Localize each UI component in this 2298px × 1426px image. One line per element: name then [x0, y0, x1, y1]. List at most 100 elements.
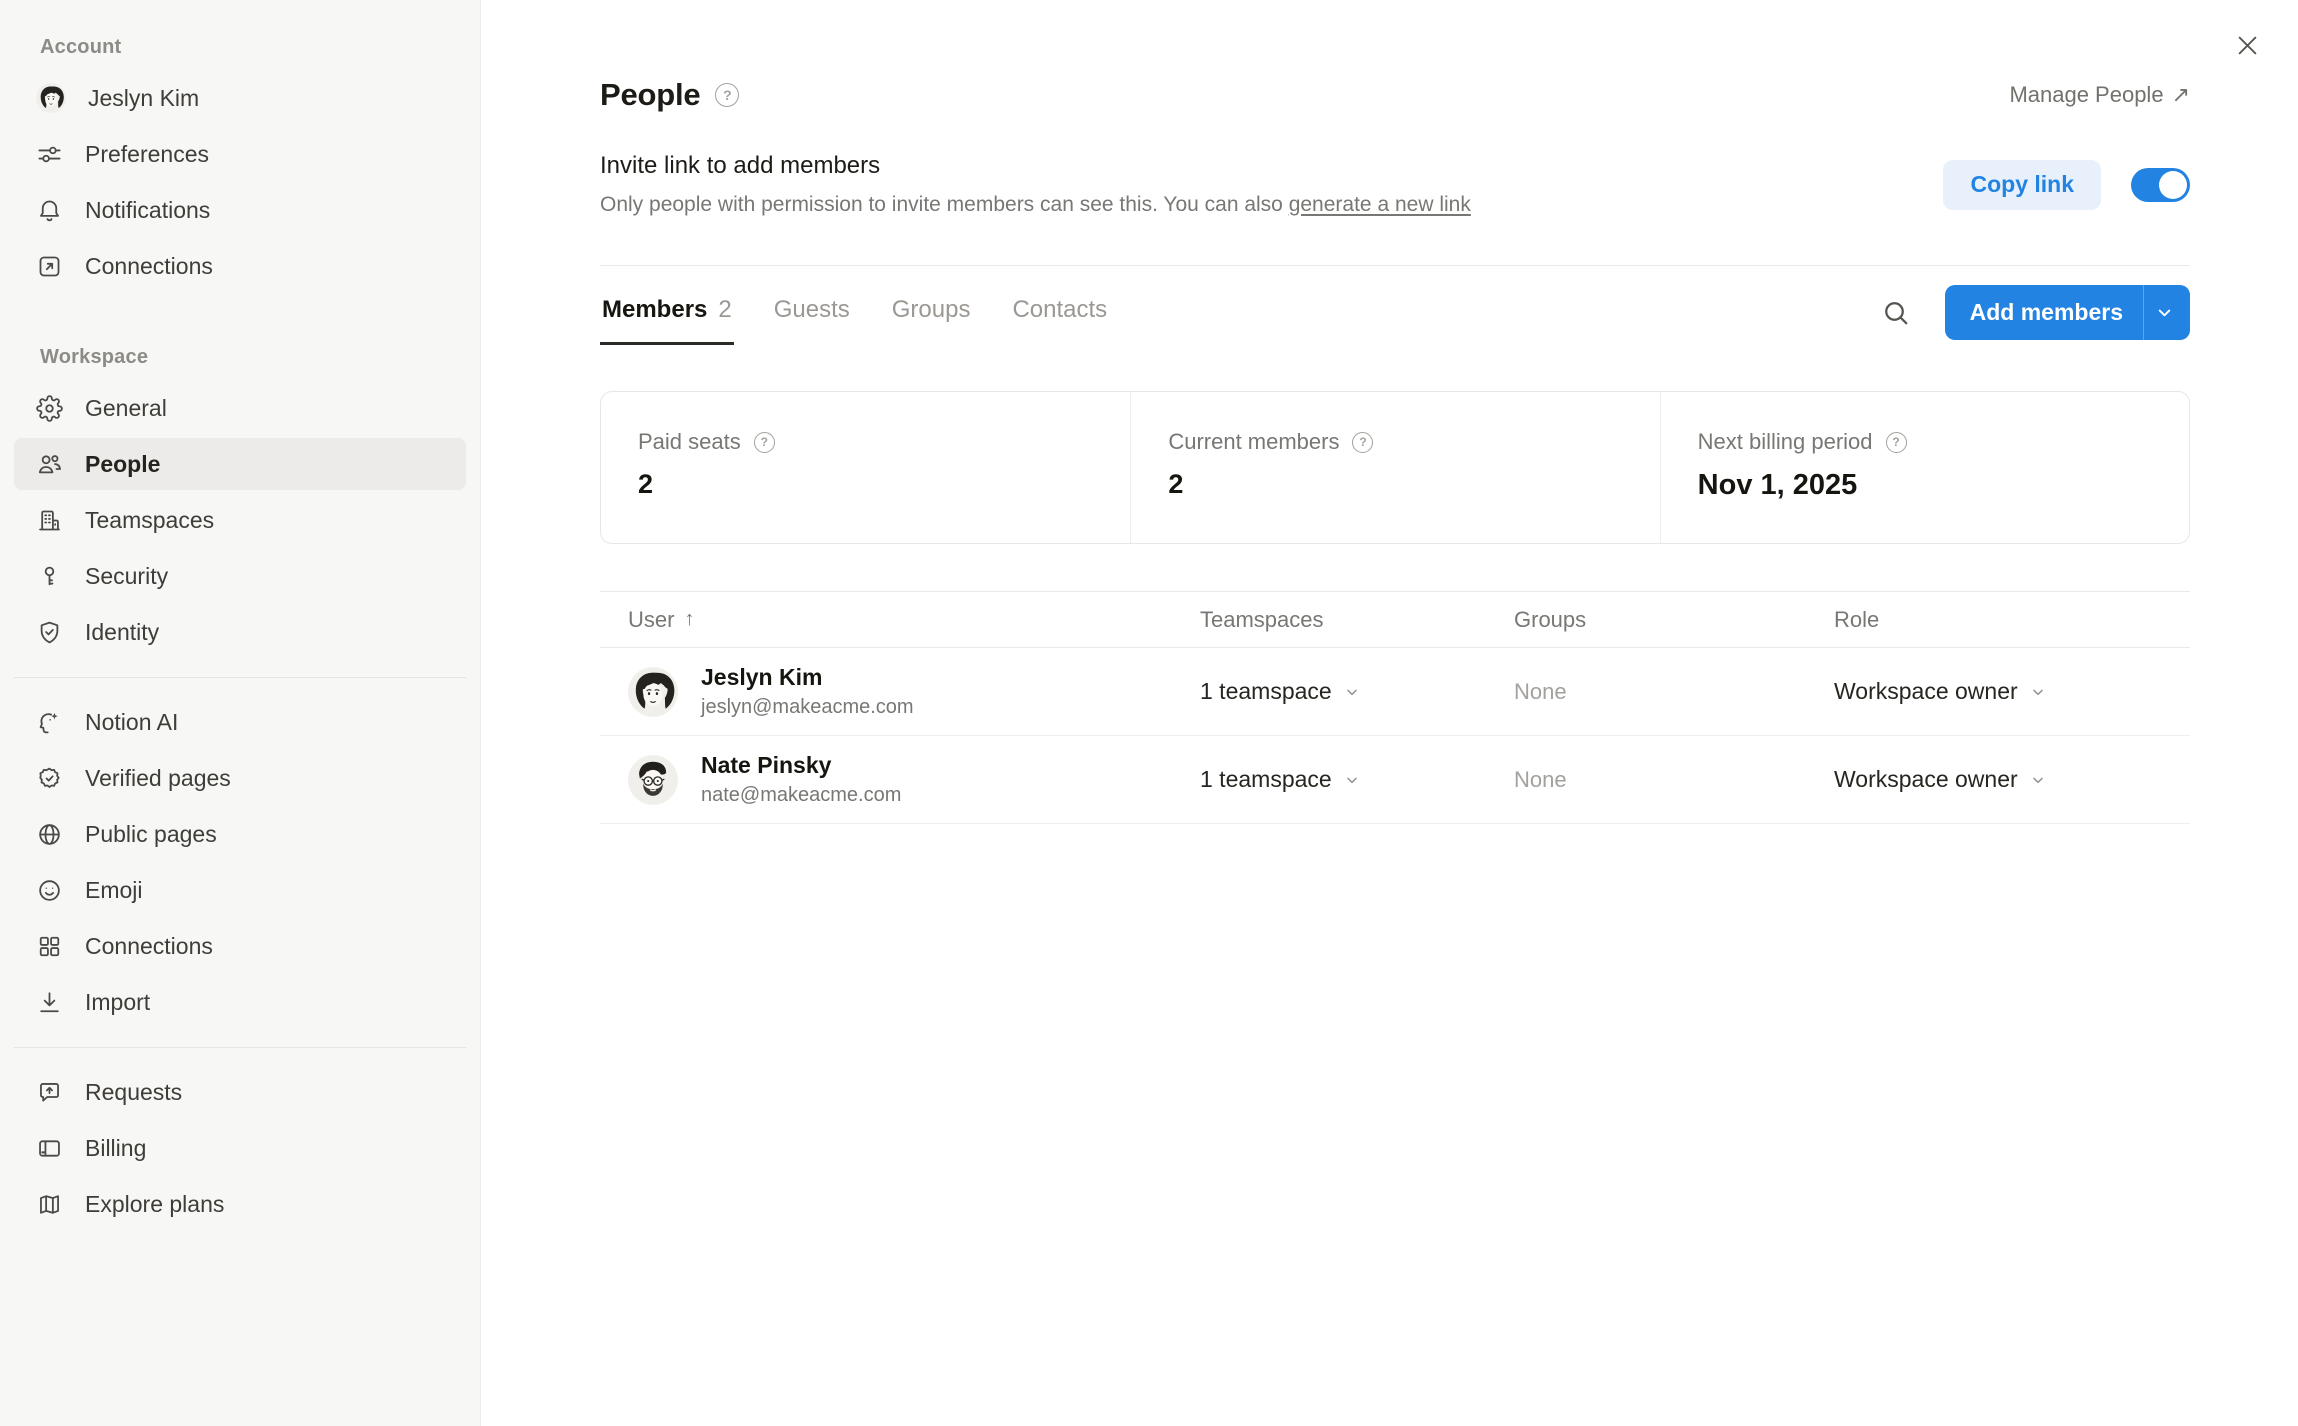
sidebar-item-label: Notion AI	[85, 709, 178, 736]
add-members-label: Add members	[1970, 299, 2123, 326]
generate-new-link[interactable]: generate a new link	[1289, 193, 1471, 216]
people-icon	[36, 451, 63, 478]
search-icon	[1881, 298, 1911, 328]
tab-groups[interactable]: Groups	[890, 280, 973, 345]
copy-link-button[interactable]: Copy link	[1943, 160, 2101, 210]
sidebar-item-preferences[interactable]: Preferences	[14, 128, 466, 180]
sidebar-section-workspace: Workspace	[40, 340, 480, 374]
sidebar-item-verified-pages[interactable]: Verified pages	[14, 752, 466, 804]
add-members-button[interactable]: Add members	[1945, 285, 2190, 340]
sidebar-item-requests[interactable]: Requests	[14, 1066, 466, 1118]
sidebar-item-billing[interactable]: Billing	[14, 1122, 466, 1174]
divider	[600, 265, 2190, 266]
sidebar-divider	[14, 1047, 466, 1048]
sidebar-item-label: Connections	[85, 253, 213, 280]
sidebar-item-label: Notifications	[85, 197, 210, 224]
role-select[interactable]: Workspace owner	[1834, 678, 2190, 705]
arrow-up-right-box-icon	[36, 253, 63, 280]
sidebar-item-label: Emoji	[85, 877, 143, 904]
member-name: Jeslyn Kim	[701, 664, 914, 692]
member-email: nate@makeacme.com	[701, 784, 901, 807]
gear-icon	[36, 395, 63, 422]
stat-current-members: Current members ? 2	[1130, 392, 1659, 543]
key-icon	[36, 563, 63, 590]
avatar	[628, 755, 678, 805]
sidebar-item-emoji[interactable]: Emoji	[14, 864, 466, 916]
sidebar-item-label: General	[85, 395, 167, 422]
sidebar-item-explore-plans[interactable]: Explore plans	[14, 1178, 466, 1230]
sidebar-item-teamspaces[interactable]: Teamspaces	[14, 494, 466, 546]
people-tabs: Members2 Guests Groups Contacts	[600, 280, 1109, 345]
column-role: Role	[1834, 607, 2190, 633]
table-header: User ↑ Teamspaces Groups Role	[600, 591, 2190, 648]
invite-link-heading: Invite link to add members	[600, 152, 1471, 180]
sidebar-item-label: Connections	[85, 933, 213, 960]
map-icon	[36, 1191, 63, 1218]
chevron-down-icon	[2030, 684, 2046, 700]
sidebar-item-connections-account[interactable]: Connections	[14, 240, 466, 292]
billing-stats-card: Paid seats ? 2 Current members ? 2 Next …	[600, 391, 2190, 544]
member-name: Nate Pinsky	[701, 752, 901, 780]
column-teamspaces: Teamspaces	[1200, 607, 1514, 633]
sidebar-item-label: Public pages	[85, 821, 217, 848]
sidebar-item-label: Teamspaces	[85, 507, 214, 534]
tab-members[interactable]: Members2	[600, 280, 734, 345]
groups-value: None	[1514, 767, 1834, 793]
toggle-knob	[2159, 171, 2187, 199]
sort-ascending-icon: ↑	[684, 608, 694, 631]
table-row[interactable]: Nate Pinsky nate@makeacme.com 1 teamspac…	[600, 736, 2190, 824]
help-icon[interactable]: ?	[1886, 432, 1907, 453]
sidebar-divider	[14, 677, 466, 678]
credit-card-icon	[36, 1135, 63, 1162]
sidebar-item-connections-workspace[interactable]: Connections	[14, 920, 466, 972]
sidebar-item-identity[interactable]: Identity	[14, 606, 466, 658]
help-icon[interactable]: ?	[1352, 432, 1373, 453]
stat-next-billing-period: Next billing period ? Nov 1, 2025	[1660, 392, 2189, 543]
teamspaces-select[interactable]: 1 teamspace	[1200, 678, 1514, 705]
sidebar-item-account-profile[interactable]: Jeslyn Kim	[14, 72, 466, 124]
help-icon[interactable]: ?	[754, 432, 775, 453]
sidebar-item-label: Billing	[85, 1135, 146, 1162]
people-settings-panel: People ? Manage People ↗ Invite link to …	[481, 0, 2298, 1426]
sidebar-item-label: Requests	[85, 1079, 182, 1106]
members-count-badge: 2	[718, 296, 731, 323]
member-email: jeslyn@makeacme.com	[701, 696, 914, 719]
sidebar-item-label: Preferences	[85, 141, 209, 168]
sidebar-section-account: Account	[40, 30, 480, 64]
chevron-down-icon	[2030, 772, 2046, 788]
grid-icon	[36, 933, 63, 960]
sidebar-item-people[interactable]: People	[14, 438, 466, 490]
sidebar-item-label: Identity	[85, 619, 159, 646]
close-button[interactable]	[2228, 26, 2266, 64]
manage-people-link[interactable]: Manage People ↗	[2009, 82, 2190, 108]
search-button[interactable]	[1877, 294, 1915, 332]
arrow-up-right-icon: ↗	[2172, 82, 2190, 108]
sidebar-item-label: Explore plans	[85, 1191, 224, 1218]
chevron-down-icon	[1344, 684, 1360, 700]
shield-check-icon	[36, 619, 63, 646]
role-select[interactable]: Workspace owner	[1834, 766, 2190, 793]
sidebar-item-import[interactable]: Import	[14, 976, 466, 1028]
bell-icon	[36, 197, 63, 224]
sidebar-item-label: People	[85, 451, 160, 478]
sidebar-item-public-pages[interactable]: Public pages	[14, 808, 466, 860]
column-user[interactable]: User ↑	[600, 607, 1200, 633]
sidebar-item-general[interactable]: General	[14, 382, 466, 434]
avatar	[628, 667, 678, 717]
tab-guests[interactable]: Guests	[772, 280, 852, 345]
column-groups: Groups	[1514, 607, 1834, 633]
import-download-icon	[36, 989, 63, 1016]
table-row[interactable]: Jeslyn Kim jeslyn@makeacme.com 1 teamspa…	[600, 648, 2190, 736]
invite-link-toggle[interactable]	[2131, 168, 2190, 202]
sidebar-item-security[interactable]: Security	[14, 550, 466, 602]
chevron-down-icon[interactable]	[2148, 297, 2180, 329]
invite-link-description: Only people with permission to invite me…	[600, 193, 1471, 217]
sidebar-item-notion-ai[interactable]: Notion AI	[14, 696, 466, 748]
stat-paid-seats: Paid seats ? 2	[601, 392, 1130, 543]
help-icon[interactable]: ?	[715, 83, 739, 107]
sidebar-item-label: Security	[85, 563, 168, 590]
sidebar-item-label: Import	[85, 989, 150, 1016]
sidebar-item-notifications[interactable]: Notifications	[14, 184, 466, 236]
teamspaces-select[interactable]: 1 teamspace	[1200, 766, 1514, 793]
tab-contacts[interactable]: Contacts	[1010, 280, 1109, 345]
